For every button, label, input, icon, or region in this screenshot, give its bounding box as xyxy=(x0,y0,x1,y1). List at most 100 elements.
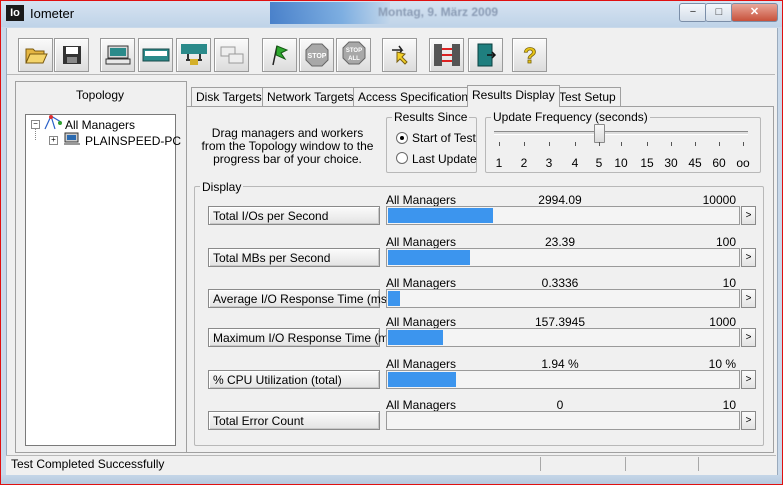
scroll-right-button[interactable]: > xyxy=(741,411,756,430)
topology-title: Topology xyxy=(75,88,125,102)
slider-tick xyxy=(719,142,720,146)
max-response-button[interactable]: Maximum I/O Response Time (ms) xyxy=(208,328,398,347)
total-ios-progress-bar[interactable] xyxy=(386,206,740,225)
slider-tick xyxy=(575,142,576,146)
svg-text:STOP: STOP xyxy=(345,48,361,54)
avg-response-progress-bar[interactable] xyxy=(386,289,740,308)
slider-tick-label: 30 xyxy=(664,156,678,170)
row-current-value: 0.3336 xyxy=(541,276,579,290)
total-ios-button[interactable]: Total I/Os per Second xyxy=(208,206,380,225)
slider-tick-label: 3 xyxy=(545,156,553,170)
start-network-worker-button[interactable] xyxy=(138,38,173,72)
svg-text:?: ? xyxy=(523,43,536,67)
row-current-value: 0 xyxy=(556,398,564,412)
row-source-label: All Managers xyxy=(386,357,457,371)
exit-door-icon xyxy=(477,43,496,67)
error-count-progress-bar[interactable] xyxy=(386,411,740,430)
slider-tick xyxy=(647,142,648,146)
add-manager-icon xyxy=(180,44,207,65)
tree-item-plainspeed-pc[interactable]: PLAINSPEED-PC xyxy=(85,134,181,148)
total-mbs-progress-bar[interactable] xyxy=(386,248,740,267)
slider-thumb[interactable] xyxy=(594,124,605,143)
cpu-utilization-button[interactable]: % CPU Utilization (total) xyxy=(208,370,380,389)
slider-tick xyxy=(743,142,744,146)
copy-worker-button[interactable] xyxy=(214,38,249,72)
row-source-label: All Managers xyxy=(386,315,457,329)
scroll-right-button[interactable]: > xyxy=(741,370,756,389)
open-config-button[interactable] xyxy=(18,38,53,72)
total-mbs-button[interactable]: Total MBs per Second xyxy=(208,248,380,267)
avg-response-button[interactable]: Average I/O Response Time (ms) xyxy=(208,289,391,308)
status-text: Test Completed Successfully xyxy=(11,457,165,471)
background-window-text: Montag, 9. März 2009 xyxy=(378,5,499,19)
display-label: Display xyxy=(200,180,244,194)
slider-tick xyxy=(549,142,550,146)
slider-tick-label: 15 xyxy=(640,156,654,170)
start-of-test-label[interactable]: Start of Test xyxy=(412,131,476,145)
slider-tick-label: 2 xyxy=(520,156,528,170)
tab-network-targets[interactable]: Network Targets xyxy=(262,87,359,106)
window-frame-bottom xyxy=(1,475,782,484)
slider-tick xyxy=(499,142,500,146)
scroll-right-button[interactable]: > xyxy=(741,248,756,267)
slider-tick xyxy=(695,142,696,146)
row-scale-max: 10 % xyxy=(708,357,736,371)
status-pane-divider xyxy=(540,457,541,471)
start-disk-worker-button[interactable] xyxy=(100,38,135,72)
close-button[interactable]: ✕ xyxy=(731,3,778,22)
stop-button[interactable]: STOP xyxy=(299,38,334,72)
cpu-utilization-progress-bar[interactable] xyxy=(386,370,740,389)
app-icon: Io xyxy=(6,5,24,21)
tab-disk-targets[interactable]: Disk Targets xyxy=(191,87,267,106)
slider-tick-label: 60 xyxy=(712,156,726,170)
about-button[interactable]: ? xyxy=(512,38,547,72)
maximize-button[interactable]: □ xyxy=(705,3,733,22)
tab-access-specifications[interactable]: Access Specifications xyxy=(353,87,480,106)
window-title: Iometer xyxy=(30,6,75,21)
row-scale-max: 100 xyxy=(715,235,736,249)
add-manager-button[interactable] xyxy=(176,38,211,72)
slider-tick xyxy=(599,142,600,146)
scroll-right-button[interactable]: > xyxy=(741,206,756,225)
progress-bar-fill xyxy=(388,372,456,387)
save-config-button[interactable] xyxy=(54,38,89,72)
slider-tick-label: oo xyxy=(736,156,750,170)
scroll-right-button[interactable]: > xyxy=(741,289,756,308)
question-mark-icon: ? xyxy=(522,43,536,67)
tab-test-setup[interactable]: Test Setup xyxy=(554,87,621,106)
minimize-button[interactable]: − xyxy=(679,3,707,22)
row-source-label: All Managers xyxy=(386,398,457,412)
slider-tick xyxy=(621,142,622,146)
reset-workers-button[interactable] xyxy=(382,38,417,72)
update-frequency-slider[interactable] xyxy=(494,131,748,135)
slider-tick-label: 5 xyxy=(595,156,603,170)
last-update-radio[interactable] xyxy=(396,152,408,164)
slider-tick-label: 45 xyxy=(688,156,702,170)
stop-sign-icon: STOP xyxy=(305,43,328,67)
reset-managers-button[interactable] xyxy=(429,38,464,72)
computer-icon xyxy=(64,132,80,145)
tree-expand-toggle[interactable]: + xyxy=(49,136,58,145)
start-tests-button[interactable] xyxy=(262,38,297,72)
row-scale-max: 10000 xyxy=(702,193,736,207)
slider-tick xyxy=(671,142,672,146)
topology-tree[interactable] xyxy=(25,114,176,446)
drag-instructions: Drag managers and workers from the Topol… xyxy=(201,126,374,166)
start-of-test-radio[interactable] xyxy=(396,132,408,144)
max-response-progress-bar[interactable] xyxy=(386,328,740,347)
disk-worker-icon xyxy=(105,45,130,65)
duplicate-worker-icon xyxy=(220,46,243,64)
row-scale-max: 1000 xyxy=(709,315,736,329)
network-worker-icon xyxy=(142,48,169,62)
progress-bar-fill xyxy=(388,330,443,345)
scroll-right-button[interactable]: > xyxy=(741,328,756,347)
progress-bar-fill xyxy=(388,208,493,223)
row-current-value: 2994.09 xyxy=(538,193,582,207)
tree-item-all-managers[interactable]: All Managers xyxy=(65,118,135,132)
stop-all-button[interactable]: STOP ALL xyxy=(336,38,371,72)
slider-tick-label: 10 xyxy=(614,156,628,170)
last-update-label[interactable]: Last Update xyxy=(412,152,477,166)
exit-button[interactable] xyxy=(468,38,503,72)
error-count-button[interactable]: Total Error Count xyxy=(208,411,380,430)
tab-results-display[interactable]: Results Display xyxy=(467,85,560,107)
